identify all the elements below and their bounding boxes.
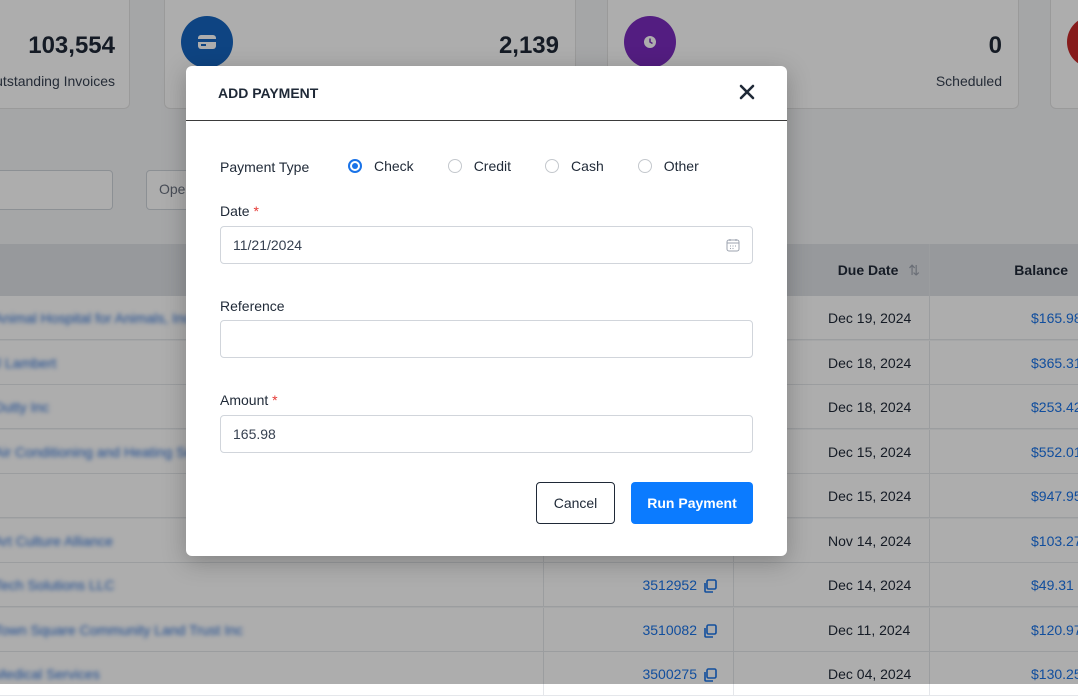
date-label: Date * (220, 203, 259, 219)
radio-credit[interactable]: Credit (447, 158, 512, 174)
date-label-text: Date (220, 203, 250, 219)
close-button[interactable] (735, 80, 759, 104)
radio-label-check: Check (374, 158, 414, 174)
add-payment-modal: ADD PAYMENT Payment Type Check Credit Ca… (186, 66, 787, 556)
calendar-icon[interactable] (726, 238, 740, 252)
date-value: 11/21/2024 (233, 237, 303, 253)
date-field[interactable]: 11/21/2024 (220, 226, 753, 264)
radio-button-credit[interactable] (447, 159, 462, 173)
modal-header: ADD PAYMENT (186, 66, 787, 121)
run-payment-button[interactable]: Run Payment (631, 482, 753, 524)
payment-type-radio-group: Check Credit Cash Other (348, 158, 733, 174)
amount-label-text: Amount (220, 392, 269, 408)
radio-cash[interactable]: Cash (545, 158, 604, 174)
required-marker: * (253, 203, 259, 219)
radio-label-cash: Cash (571, 158, 604, 174)
payment-type-label: Payment Type (220, 159, 310, 175)
amount-label: Amount * (220, 392, 278, 408)
radio-button-other[interactable] (637, 159, 652, 173)
radio-button-cash[interactable] (545, 159, 560, 173)
cancel-button[interactable]: Cancel (536, 482, 615, 524)
radio-label-credit: Credit (473, 158, 512, 174)
radio-other[interactable]: Other (637, 158, 699, 174)
amount-field[interactable]: 165.98 (220, 415, 753, 453)
reference-label: Reference (220, 298, 285, 314)
radio-check[interactable]: Check (348, 158, 414, 174)
reference-field[interactable] (220, 320, 753, 358)
close-icon (739, 84, 755, 100)
radio-button-check[interactable] (348, 159, 362, 173)
radio-label-other: Other (663, 158, 699, 174)
required-marker: * (272, 392, 278, 408)
amount-value: 165.98 (233, 426, 276, 442)
modal-title: ADD PAYMENT (218, 85, 319, 101)
